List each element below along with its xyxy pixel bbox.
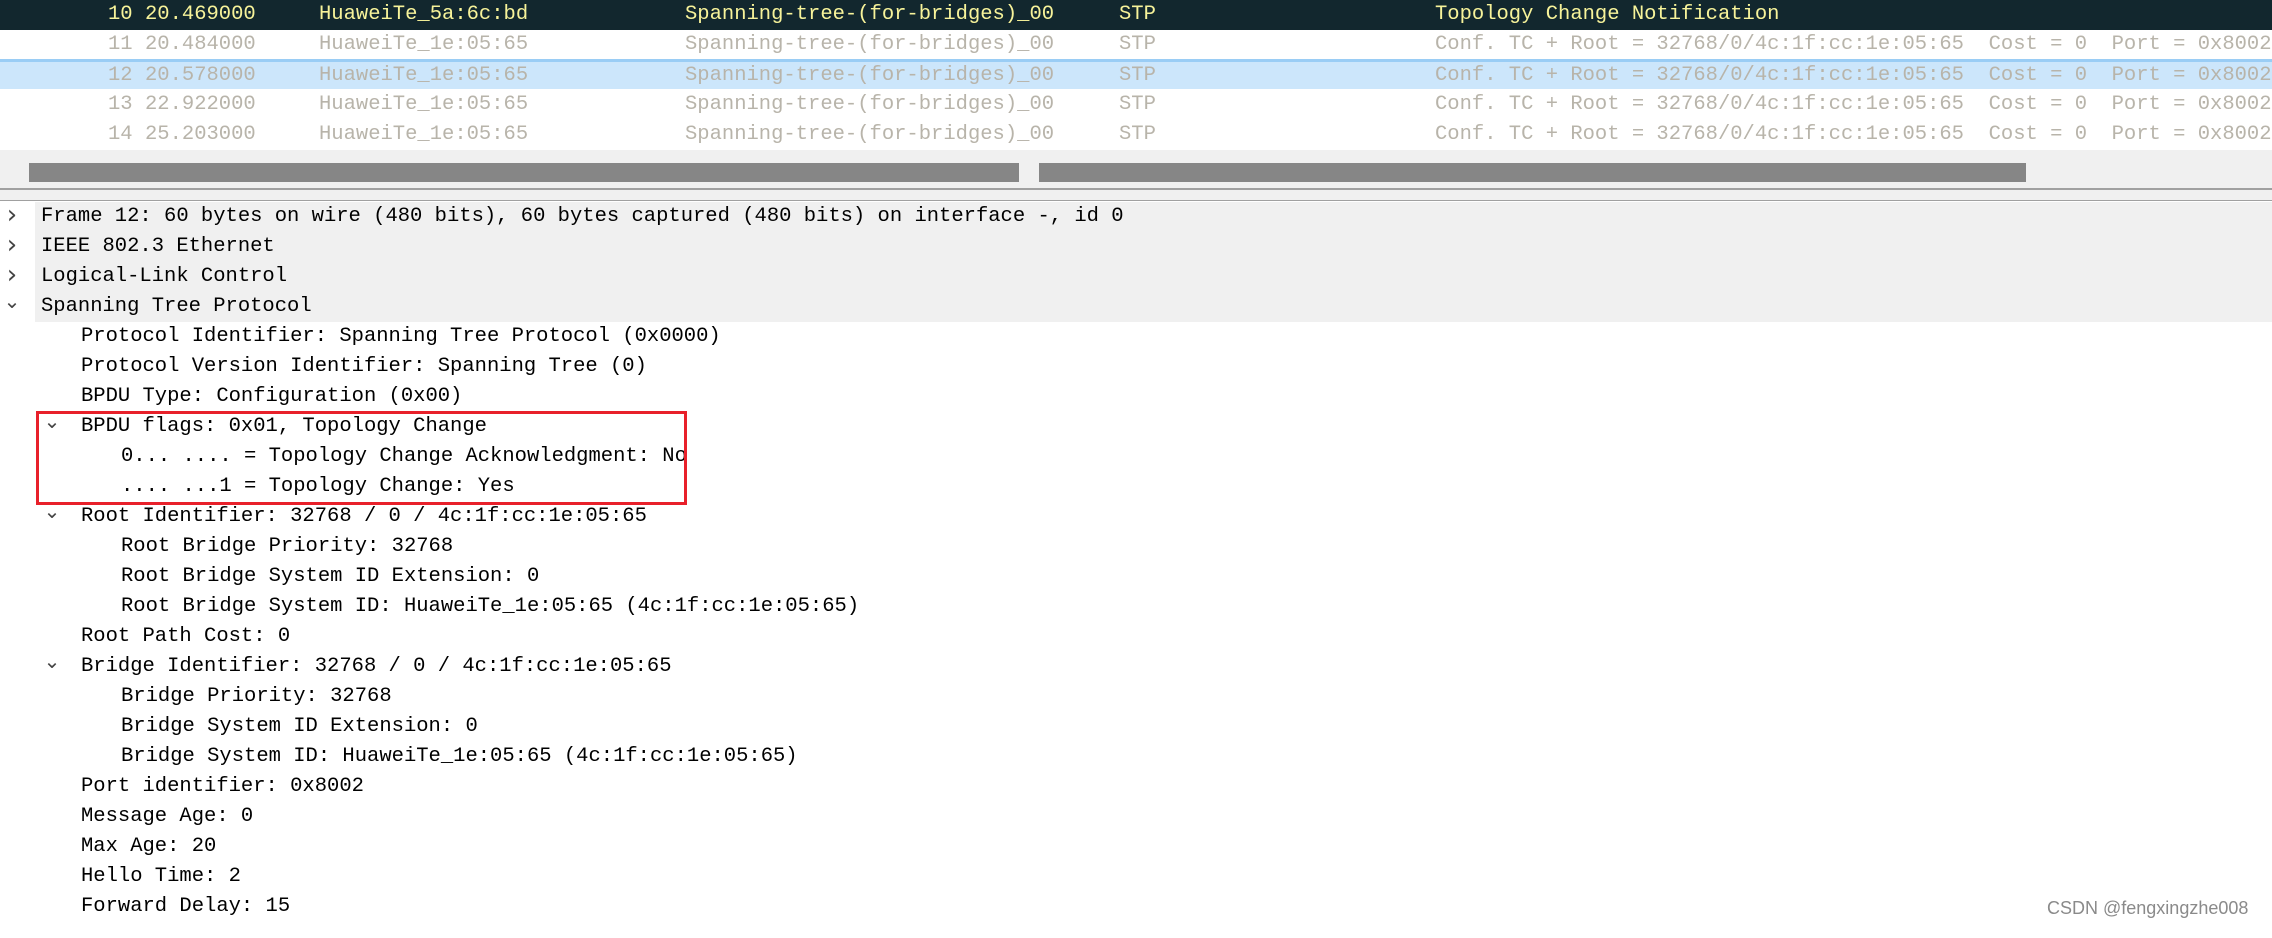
packet-time: 20.469000	[145, 3, 256, 26]
detail-text: Root Identifier: 32768 / 0 / 4c:1f:cc:1e…	[81, 505, 647, 528]
detail-text: Message Age: 0	[81, 805, 254, 828]
detail-text: IEEE 802.3 Ethernet	[41, 235, 275, 258]
packet-time: 20.578000	[145, 64, 256, 87]
packet-time: 22.922000	[145, 93, 256, 116]
packet-info: Conf. TC + Root = 32768/0/4c:1f:cc:1e:05…	[1435, 33, 2272, 56]
detail-text: BPDU Type: Configuration (0x00)	[81, 385, 463, 408]
packet-destination: Spanning-tree-(for-bridges)_00	[685, 3, 1055, 26]
packet-time: 25.203000	[145, 123, 256, 146]
packet-no: 13	[108, 93, 133, 116]
pane-divider-bottom	[0, 200, 2272, 201]
scrollbar-track-left[interactable]	[29, 163, 1019, 182]
detail-text: Bridge Priority: 32768	[121, 685, 392, 708]
detail-row[interactable]: Root Path Cost: 0	[0, 622, 2272, 652]
detail-row[interactable]: › IEEE 802.3 Ethernet	[0, 230, 2272, 262]
detail-text: Root Bridge System ID: HuaweiTe_1e:05:65…	[121, 595, 860, 618]
chevron-right-icon[interactable]: ›	[2, 230, 22, 260]
detail-row[interactable]: Root Bridge Priority: 32768	[0, 532, 2272, 562]
detail-row[interactable]: Root Bridge System ID Extension: 0	[0, 562, 2272, 592]
detail-text: Port identifier: 0x8002	[81, 775, 364, 798]
detail-row[interactable]: Port identifier: 0x8002	[0, 772, 2272, 802]
packet-info: Conf. TC + Root = 32768/0/4c:1f:cc:1e:05…	[1435, 93, 2272, 116]
detail-row[interactable]: › Logical-Link Control	[0, 260, 2272, 292]
chevron-down-icon[interactable]: ⌄	[42, 646, 62, 676]
detail-text: Forward Delay: 15	[81, 895, 291, 918]
packet-no: 14	[108, 123, 133, 146]
packet-protocol: STP	[1119, 123, 1156, 146]
packet-no: 12	[108, 64, 133, 87]
detail-row[interactable]: Bridge System ID Extension: 0	[0, 712, 2272, 742]
detail-row[interactable]: Root Bridge System ID: HuaweiTe_1e:05:65…	[0, 592, 2272, 622]
packet-row[interactable]: 11 20.484000 HuaweiTe_1e:05:65 Spanning-tre…	[0, 30, 2272, 60]
packet-protocol: STP	[1119, 3, 1156, 26]
scrollbar-thumb[interactable]	[1039, 163, 2026, 182]
chevron-right-icon[interactable]: ›	[2, 200, 22, 230]
packet-protocol: STP	[1119, 93, 1156, 116]
detail-text: Root Bridge Priority: 32768	[121, 535, 454, 558]
packet-destination: Spanning-tree-(for-bridges)_00	[685, 64, 1055, 87]
packet-list: 10 20.469000 HuaweiTe_5a:6c:bd Spanning-tre…	[0, 0, 2272, 150]
detail-text: Protocol Identifier: Spanning Tree Proto…	[81, 325, 721, 348]
packet-source: HuaweiTe_1e:05:65	[319, 33, 529, 56]
packet-source: HuaweiTe_1e:05:65	[319, 93, 529, 116]
detail-text: Bridge Identifier: 32768 / 0 / 4c:1f:cc:…	[81, 655, 672, 678]
detail-text: Bridge System ID Extension: 0	[121, 715, 478, 738]
packet-info: Conf. TC + Root = 32768/0/4c:1f:cc:1e:05…	[1435, 123, 2272, 146]
packet-row[interactable]: 13 22.922000 HuaweiTe_1e:05:65 Spanning-tre…	[0, 90, 2272, 120]
detail-text: Root Path Cost: 0	[81, 625, 291, 648]
detail-row[interactable]: Protocol Identifier: Spanning Tree Proto…	[0, 322, 2272, 352]
detail-text: Spanning Tree Protocol	[41, 295, 312, 318]
detail-row[interactable]: ⌄ Spanning Tree Protocol	[0, 289, 2272, 322]
detail-row[interactable]: › Frame 12: 60 bytes on wire (480 bits), …	[0, 200, 2272, 232]
detail-row[interactable]: Bridge Priority: 32768	[0, 682, 2272, 712]
detail-row[interactable]: Protocol Version Identifier: Spanning Tr…	[0, 352, 2272, 382]
packet-row[interactable]: 12 20.578000 HuaweiTe_1e:05:65 Spanning-tre…	[0, 59, 2272, 89]
detail-text: Frame 12: 60 bytes on wire (480 bits), 6…	[41, 205, 1124, 228]
packet-destination: Spanning-tree-(for-bridges)_00	[685, 123, 1055, 146]
detail-text: Bridge System ID: HuaweiTe_1e:05:65 (4c:…	[121, 745, 798, 768]
detail-text: Max Age: 20	[81, 835, 217, 858]
packet-destination: Spanning-tree-(for-bridges)_00	[685, 93, 1055, 116]
watermark: CSDN @fengxingzhe008	[2047, 898, 2249, 918]
highlight-box-bpdu-flags	[36, 411, 687, 505]
detail-text: Logical-Link Control	[41, 265, 288, 288]
packet-no: 10	[108, 3, 133, 26]
packet-protocol: STP	[1119, 64, 1156, 87]
detail-row[interactable]: ⌄ Bridge Identifier: 32768 / 0 / 4c:1f:cc…	[0, 649, 2272, 682]
horizontal-scrollbar[interactable]	[0, 150, 2272, 188]
packet-destination: Spanning-tree-(for-bridges)_00	[685, 33, 1055, 56]
packet-time: 20.484000	[145, 33, 256, 56]
packet-info: Topology Change Notification	[1435, 3, 1780, 26]
packet-details-tree: › Frame 12: 60 bytes on wire (480 bits), …	[0, 200, 2272, 922]
packet-row[interactable]: 14 25.203000 HuaweiTe_1e:05:65 Spanning-tre…	[0, 120, 2272, 150]
detail-row[interactable]: Max Age: 20	[0, 832, 2272, 862]
detail-text: Protocol Version Identifier: Spanning Tr…	[81, 355, 647, 378]
detail-row[interactable]: Hello Time: 2	[0, 862, 2272, 892]
detail-row[interactable]: Bridge System ID: HuaweiTe_1e:05:65 (4c:…	[0, 742, 2272, 772]
detail-text: Root Bridge System ID Extension: 0	[121, 565, 540, 588]
packet-source: HuaweiTe_5a:6c:bd	[319, 3, 529, 26]
packet-no: 11	[108, 33, 133, 56]
chevron-down-icon[interactable]: ⌄	[2, 286, 22, 316]
packet-protocol: STP	[1119, 33, 1156, 56]
packet-source: HuaweiTe_1e:05:65	[319, 123, 529, 146]
detail-text: Hello Time: 2	[81, 865, 241, 888]
packet-info: Conf. TC + Root = 32768/0/4c:1f:cc:1e:05…	[1435, 64, 2272, 87]
detail-row[interactable]: Message Age: 0	[0, 802, 2272, 832]
detail-row[interactable]: Forward Delay: 15	[0, 892, 2272, 922]
detail-row[interactable]: ⌄ Root Identifier: 32768 / 0 / 4c:1f:cc:1…	[0, 499, 2272, 532]
packet-source: HuaweiTe_1e:05:65	[319, 64, 529, 87]
detail-row[interactable]: BPDU Type: Configuration (0x00)	[0, 382, 2272, 412]
packet-row[interactable]: 10 20.469000 HuaweiTe_5a:6c:bd Spanning-tre…	[0, 0, 2272, 30]
